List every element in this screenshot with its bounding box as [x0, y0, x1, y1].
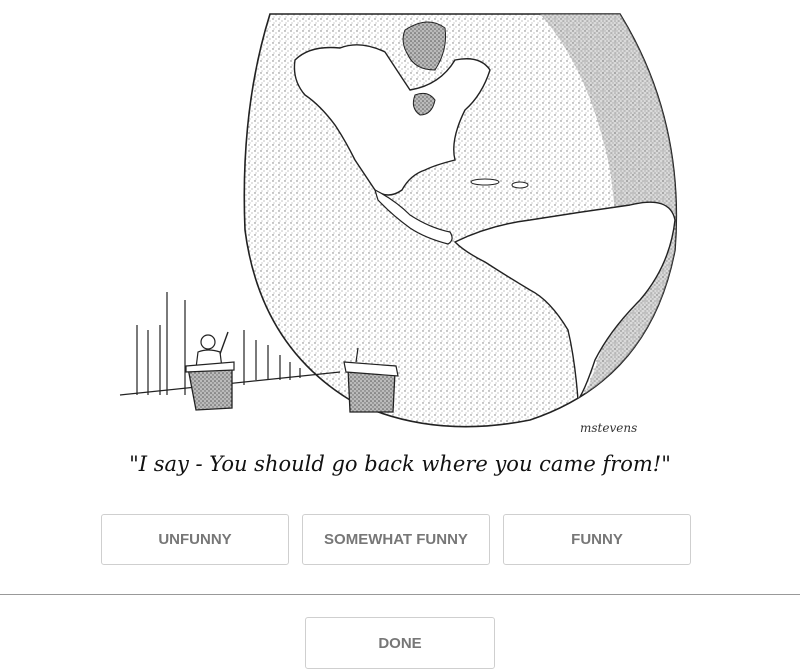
cartoon-drawing: mstevens — [119, 13, 678, 435]
somewhat-funny-button[interactable]: SOMEWHAT FUNNY — [302, 514, 490, 565]
unfunny-button[interactable]: UNFUNNY — [101, 514, 289, 565]
cartoon-rating-page: mstevens "I say - You should go back whe… — [0, 0, 800, 669]
cartoon-image: mstevens — [110, 0, 690, 440]
cartoon-caption: "I say - You should go back where you ca… — [129, 452, 671, 476]
done-button[interactable]: DONE — [305, 617, 495, 669]
divider — [0, 594, 800, 595]
cartoon-signature: mstevens — [580, 421, 637, 435]
funny-button[interactable]: FUNNY — [503, 514, 691, 565]
rating-buttons: UNFUNNY SOMEWHAT FUNNY FUNNY — [101, 514, 693, 567]
left-podium — [187, 365, 233, 411]
